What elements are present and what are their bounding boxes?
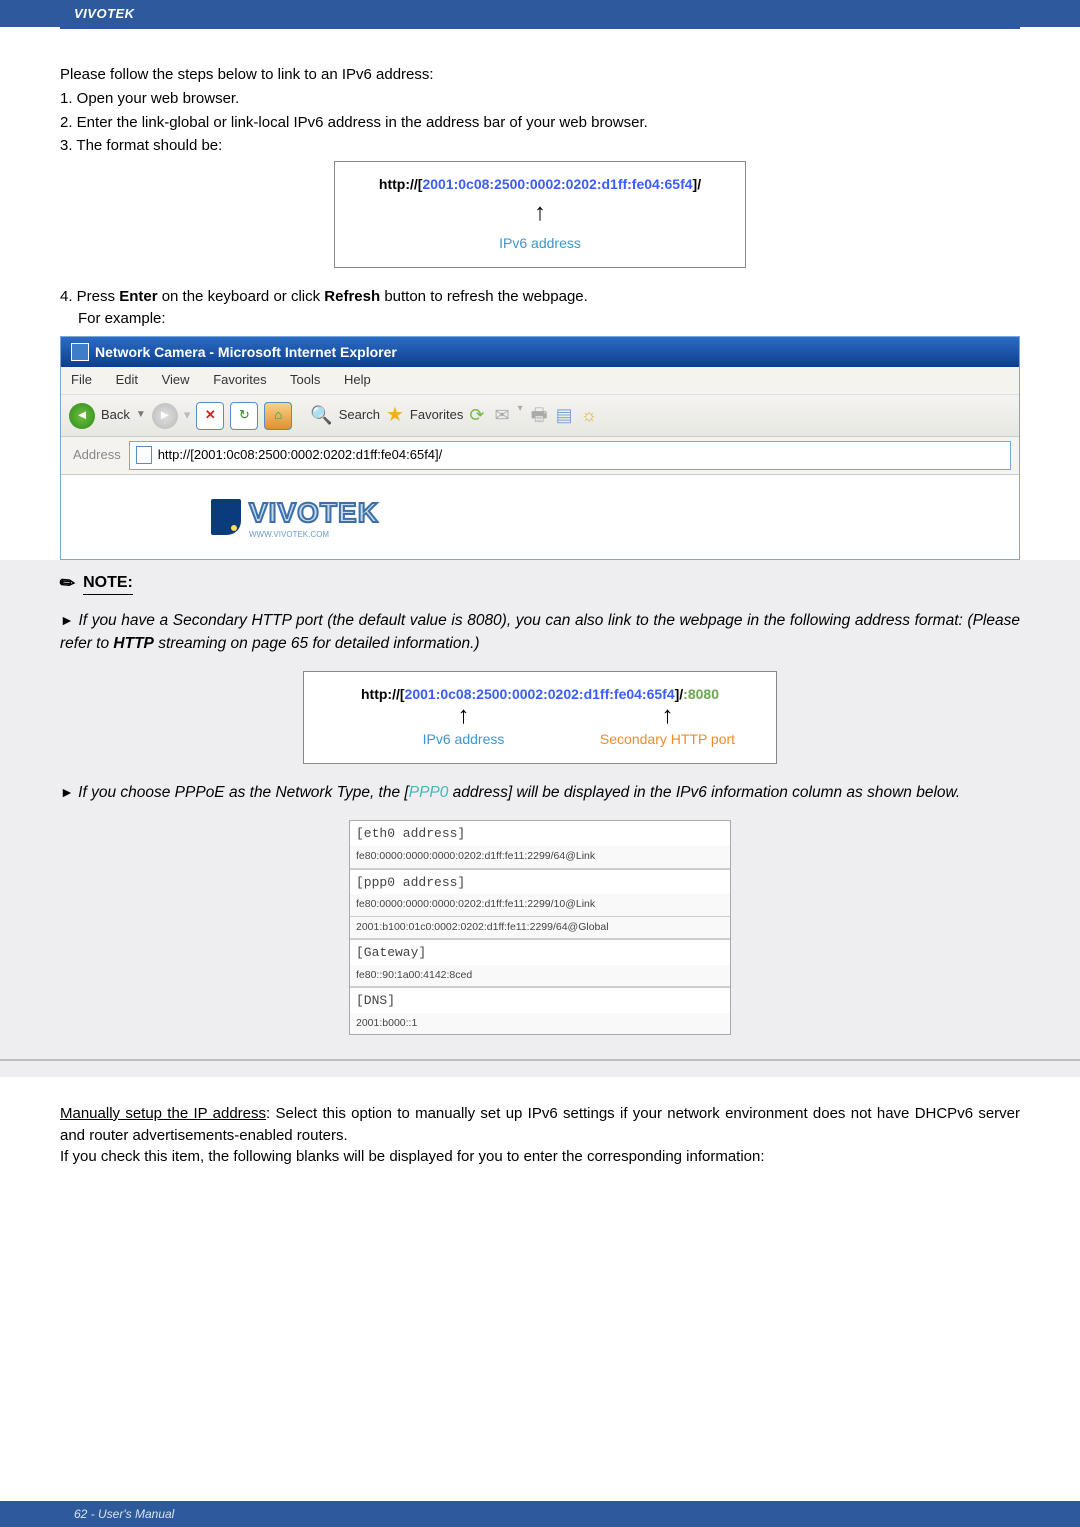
enter-key: Enter xyxy=(119,288,157,305)
refresh-button-icon[interactable]: ↻ xyxy=(230,402,258,430)
url2-port: :8080 xyxy=(683,686,719,702)
discuss-icon[interactable]: ☼ xyxy=(581,402,598,428)
step4-b: on the keyboard or click xyxy=(158,288,325,305)
ie-address-bar: Address http://[2001:0c08:2500:0002:0202… xyxy=(61,437,1019,475)
toolbar-extra-icons[interactable]: ✉▾ 🖶 ▤ ☼ xyxy=(494,402,597,428)
manual-ip-text2: If you check this item, the following bl… xyxy=(60,1148,765,1165)
refresh-button-ref: Refresh xyxy=(324,288,380,305)
url-line-2: http://[2001:0c08:2500:0002:0202:d1ff:fe… xyxy=(312,684,768,704)
arrow-up-icon-3: ↑ xyxy=(662,704,674,728)
print-icon[interactable]: 🖶 xyxy=(531,402,548,428)
ppp0-value-1: fe80:0000:0000:0000:0202:d1ff:fe11:2299/… xyxy=(350,894,730,916)
ppp0-text: PPP0 xyxy=(409,784,449,801)
ie-toolbar: ◄ Back ▼ ► ▾ ✕ ↻ ⌂ 🔍 Search ★ Favorites … xyxy=(61,394,1019,437)
url2-addr: 2001:0c08:2500:0002:0202:d1ff:fe04:65f4 xyxy=(405,686,675,702)
step4-example: For example: xyxy=(78,308,1020,330)
http-bold: HTTP xyxy=(113,635,153,652)
gateway-value: fe80::90:1a00:4142:8ced xyxy=(350,965,730,987)
ppp0-label: [ppp0 address] xyxy=(350,869,730,895)
search-label[interactable]: Search xyxy=(339,406,380,425)
eth0-value: fe80:0000:0000:0000:0202:d1ff:fe11:2299/… xyxy=(350,846,730,868)
step-3: 3. The format should be: xyxy=(60,135,1020,157)
note-paragraph-2: ► If you choose PPPoE as the Network Typ… xyxy=(60,782,1020,804)
ipv6-label-2: IPv6 address xyxy=(336,729,591,749)
url-line-1: http://[2001:0c08:2500:0002:0202:d1ff:fe… xyxy=(343,174,737,194)
note-paragraph-1: ► If you have a Secondary HTTP port (the… xyxy=(60,610,1020,655)
url-suffix: / xyxy=(697,176,701,192)
menu-view[interactable]: View xyxy=(162,372,190,387)
back-button-icon[interactable]: ◄ xyxy=(69,403,95,429)
ie-titlebar: Network Camera - Microsoft Internet Expl… xyxy=(61,337,1019,367)
pencil-icon: ✎ xyxy=(53,568,81,598)
menu-tools[interactable]: Tools xyxy=(290,372,320,387)
back-dropdown-icon[interactable]: ▼ xyxy=(136,408,146,423)
step-2: 2. Enter the link-global or link-local I… xyxy=(60,112,1020,134)
ie-title-text: Network Camera - Microsoft Internet Expl… xyxy=(95,342,397,362)
ie-body: VIVOTEK WWW.VIVOTEK.COM xyxy=(61,475,1019,559)
menu-file[interactable]: File xyxy=(71,372,92,387)
dns-label: [DNS] xyxy=(350,987,730,1013)
history-icon[interactable]: ⟳ xyxy=(469,402,484,428)
step-1: 1. Open your web browser. xyxy=(60,88,1020,110)
vivotek-logo: VIVOTEK WWW.VIVOTEK.COM xyxy=(211,493,1019,541)
edit-icon[interactable]: ▤ xyxy=(556,402,573,428)
ppp0-value-2: 2001:b100:01c0:0002:0202:d1ff:fe11:2299/… xyxy=(350,917,730,939)
address-label: Address xyxy=(69,442,129,469)
page-footer: 62 - User's Manual xyxy=(0,1501,1080,1527)
address-value: http://[2001:0c08:2500:0002:0202:d1ff:fe… xyxy=(158,446,443,465)
stop-button-icon[interactable]: ✕ xyxy=(196,402,224,430)
secondary-port-label: Secondary HTTP port xyxy=(591,729,744,749)
ie-menubar[interactable]: File Edit View Favorites Tools Help xyxy=(61,367,1019,394)
note-section: ✎ NOTE: ► If you have a Secondary HTTP p… xyxy=(0,560,1080,1077)
step4-a: 4. Press xyxy=(60,288,119,305)
note-heading: ✎ NOTE: xyxy=(60,570,1020,596)
note2-a: If you choose PPPoE as the Network Type,… xyxy=(78,784,409,801)
step-4: 4. Press Enter on the keyboard or click … xyxy=(60,286,1020,330)
home-button-icon[interactable]: ⌂ xyxy=(264,402,292,430)
intro-block: Please follow the steps below to link to… xyxy=(60,64,1020,157)
bullet-triangle-icon: ► xyxy=(60,612,74,628)
vivotek-mark-icon xyxy=(211,499,241,535)
forward-button-icon[interactable]: ► xyxy=(152,403,178,429)
bullet-triangle-icon-2: ► xyxy=(60,784,74,800)
header-bar: VIVOTEK xyxy=(0,0,1080,27)
dns-value: 2001:b000::1 xyxy=(350,1013,730,1034)
ipv6-port-diagram: http://[2001:0c08:2500:0002:0202:d1ff:fe… xyxy=(303,671,777,764)
ipv6-info-table: [eth0 address] fe80:0000:0000:0000:0202:… xyxy=(349,820,731,1034)
step4-c: button to refresh the webpage. xyxy=(380,288,588,305)
note-heading-text: NOTE: xyxy=(83,571,133,595)
menu-help[interactable]: Help xyxy=(344,372,371,387)
ipv6-format-diagram: http://[2001:0c08:2500:0002:0202:d1ff:fe… xyxy=(334,161,746,268)
manual-ip-paragraph: Manually setup the IP address: Select th… xyxy=(60,1103,1020,1168)
url-ipv6-addr: 2001:0c08:2500:0002:0202:d1ff:fe04:65f4 xyxy=(422,176,692,192)
favorites-star-icon[interactable]: ★ xyxy=(386,401,404,430)
ie-app-icon xyxy=(71,343,89,361)
vivotek-logo-text: VIVOTEK xyxy=(249,493,379,534)
arrow-up-icon-2: ↑ xyxy=(458,704,470,728)
ipv6-address-label: IPv6 address xyxy=(499,235,581,251)
manual-ip-heading: Manually setup the IP address xyxy=(60,1105,266,1122)
menu-edit[interactable]: Edit xyxy=(116,372,138,387)
note1-b: streaming on page 65 for detailed inform… xyxy=(154,635,480,652)
url-prefix: http:// xyxy=(379,176,418,192)
arrow-up-icon: ↑ xyxy=(343,196,737,231)
menu-favorites[interactable]: Favorites xyxy=(213,372,266,387)
eth0-label: [eth0 address] xyxy=(350,821,730,846)
search-icon[interactable]: 🔍 xyxy=(310,402,332,428)
mail-icon[interactable]: ✉ xyxy=(494,402,509,428)
note2-b: address] will be displayed in the IPv6 i… xyxy=(448,784,960,801)
url2-prefix: http:// xyxy=(361,686,400,702)
page-icon xyxy=(136,446,152,464)
gateway-label: [Gateway] xyxy=(350,939,730,965)
section-divider xyxy=(0,1059,1080,1061)
back-button-label[interactable]: Back xyxy=(101,406,130,425)
address-field[interactable]: http://[2001:0c08:2500:0002:0202:d1ff:fe… xyxy=(129,441,1011,470)
favorites-label[interactable]: Favorites xyxy=(410,406,463,425)
intro-lead: Please follow the steps below to link to… xyxy=(60,64,1020,86)
ie-window: Network Camera - Microsoft Internet Expl… xyxy=(60,336,1020,560)
